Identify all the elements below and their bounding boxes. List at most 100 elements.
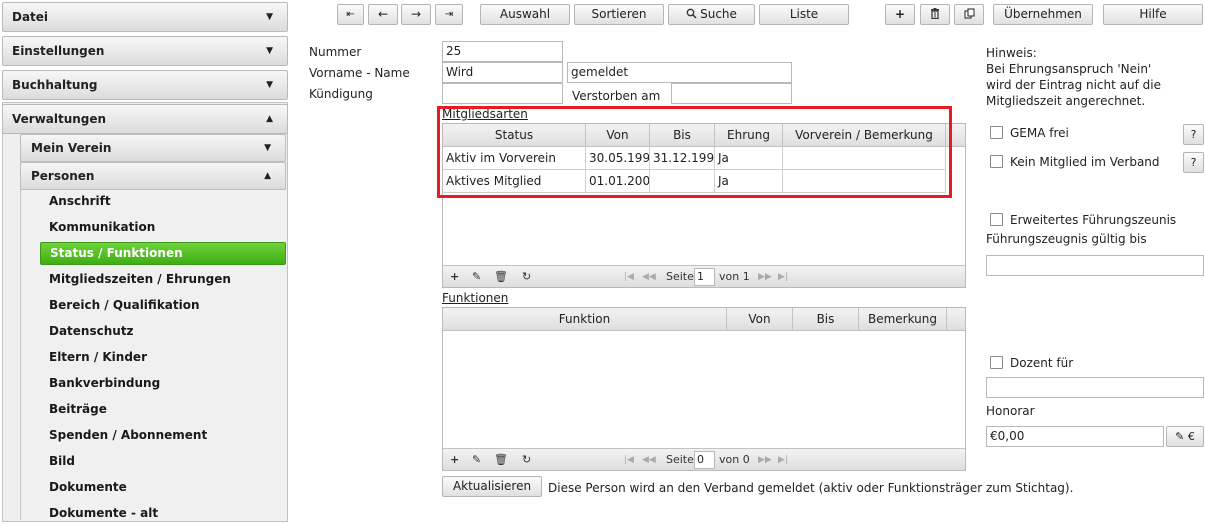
sortieren-button[interactable]: Sortieren — [574, 4, 664, 25]
column-header[interactable]: Von — [727, 308, 793, 331]
page-first-icon[interactable]: |◀ — [624, 269, 634, 285]
hinweis-line: Bei Ehrungsanspruch 'Nein' — [986, 62, 1152, 76]
add-record-button[interactable]: + — [885, 4, 915, 25]
sidebar-item-bild[interactable]: Bild — [40, 450, 286, 472]
sidebar-item-anschrift[interactable]: Anschrift — [40, 190, 286, 212]
page-last-icon[interactable]: ▶| — [778, 452, 788, 468]
honorar-edit-button[interactable]: ✎ € — [1166, 426, 1204, 447]
sidebar-item-beitraege[interactable]: Beiträge — [40, 398, 286, 420]
column-header[interactable]: Bis — [650, 124, 715, 147]
gema-frei-checkbox[interactable] — [990, 126, 1003, 139]
plus-icon[interactable]: + — [450, 269, 459, 285]
hinweis-line: Mitgliedszeit angerechnet. — [986, 94, 1146, 108]
trash-icon — [931, 8, 939, 20]
table-cell[interactable]: Ja — [715, 170, 783, 193]
prev-record-button[interactable]: ← — [368, 4, 398, 25]
column-header[interactable]: Funktion — [443, 308, 727, 331]
nummer-field[interactable]: 25 — [442, 41, 563, 62]
sidebar-section-datei[interactable]: Datei ▼ — [2, 2, 288, 32]
edit-icon[interactable]: ✎ — [472, 269, 481, 285]
trash-icon[interactable]: 🗑 — [494, 269, 508, 285]
trash-icon[interactable]: 🗑 — [494, 452, 508, 468]
copy-record-button[interactable] — [954, 4, 984, 25]
sidebar-section-einstellungen[interactable]: Einstellungen ▼ — [2, 36, 288, 66]
page-next-icon[interactable]: ▶▶ — [758, 269, 772, 285]
last-icon: ⇥ — [444, 9, 454, 20]
column-header[interactable]: Status — [443, 124, 586, 147]
mitgliedsarten-title[interactable]: Mitgliedsarten — [442, 107, 528, 121]
hilfe-button[interactable]: Hilfe — [1103, 4, 1203, 25]
vorname-name-label: Vorname - Name — [309, 66, 410, 80]
sidebar-item-datenschutz[interactable]: Datenschutz — [40, 320, 286, 342]
funktionen-grid: Funktion Von Bis Bemerkung + ✎ 🗑 ↻ |◀ ◀◀… — [442, 307, 966, 471]
page-input[interactable]: 1 — [694, 268, 715, 286]
table-cell[interactable]: Aktives Mitglied — [443, 170, 586, 193]
sidebar-section-verwaltungen[interactable]: Verwaltungen ▲ — [2, 104, 288, 134]
kein-mitglied-checkbox[interactable] — [990, 155, 1003, 168]
gema-frei-label: GEMA frei — [1010, 126, 1069, 140]
kuendigung-field[interactable] — [442, 83, 563, 104]
next-record-button[interactable]: → — [401, 4, 431, 25]
page-first-icon[interactable]: |◀ — [624, 452, 634, 468]
sidebar-item-kommunikation[interactable]: Kommunikation — [40, 216, 286, 238]
table-cell[interactable]: Aktiv im Vorverein — [443, 147, 586, 170]
name-field[interactable]: gemeldet — [567, 62, 792, 83]
verstorben-field[interactable] — [671, 83, 792, 104]
sidebar-item-eltern-kinder[interactable]: Eltern / Kinder — [40, 346, 286, 368]
kein-mitglied-help-button[interactable]: ? — [1183, 152, 1204, 173]
column-header[interactable]: Ehrung — [715, 124, 783, 147]
chevron-up-icon: ▲ — [264, 171, 271, 181]
page-last-icon[interactable]: ▶| — [778, 269, 788, 285]
table-cell[interactable] — [783, 147, 946, 170]
sidebar-subsection-mein-verein[interactable]: Mein Verein ▼ — [20, 134, 286, 162]
sidebar-subsection-personen[interactable]: Personen ▲ — [20, 162, 286, 190]
chevron-down-icon: ▼ — [266, 12, 273, 22]
sidebar-item-dokumente[interactable]: Dokumente — [40, 476, 286, 498]
page-prev-icon[interactable]: ◀◀ — [642, 269, 656, 285]
delete-record-button[interactable] — [920, 4, 950, 25]
first-record-button[interactable]: ⇤ — [337, 4, 364, 25]
column-header[interactable]: Bemerkung — [859, 308, 947, 331]
sidebar-item-dokumente-alt[interactable]: Dokumente - alt — [40, 502, 286, 524]
dozent-checkbox[interactable] — [990, 356, 1003, 369]
table-cell[interactable]: Ja — [715, 147, 783, 170]
fuehrungszeugnis-date-field[interactable] — [986, 255, 1204, 276]
table-cell[interactable] — [783, 170, 946, 193]
sidebar-item-mitgliedszeiten[interactable]: Mitgliedszeiten / Ehrungen — [40, 268, 286, 290]
plus-icon[interactable]: + — [450, 452, 459, 468]
column-header[interactable]: Von — [586, 124, 650, 147]
vorname-field[interactable]: Wird — [442, 62, 563, 83]
sidebar-section-label: Einstellungen — [12, 44, 105, 58]
suche-button[interactable]: Suche — [668, 4, 755, 25]
sidebar-section-buchhaltung[interactable]: Buchhaltung ▼ — [2, 70, 288, 100]
chevron-up-icon: ▲ — [266, 114, 273, 124]
dozent-field[interactable] — [986, 377, 1204, 398]
liste-button[interactable]: Liste — [759, 4, 849, 25]
table-cell[interactable] — [650, 170, 715, 193]
table-cell[interactable]: 01.01.2000 — [586, 170, 650, 193]
column-header[interactable]: Bis — [793, 308, 859, 331]
last-record-button[interactable]: ⇥ — [435, 4, 463, 25]
funktionen-title[interactable]: Funktionen — [442, 291, 508, 305]
page-next-icon[interactable]: ▶▶ — [758, 452, 772, 468]
column-header[interactable]: Vorverein / Bemerkung — [783, 124, 946, 147]
table-cell[interactable]: 31.12.1999 — [650, 147, 715, 170]
page-prev-icon[interactable]: ◀◀ — [642, 452, 656, 468]
sidebar-item-status-funktionen[interactable]: Status / Funktionen — [40, 242, 286, 265]
auswahl-button[interactable]: Auswahl — [480, 4, 570, 25]
sidebar-section-label: Buchhaltung — [12, 78, 98, 92]
sidebar-item-bankverbindung[interactable]: Bankverbindung — [40, 372, 286, 394]
refresh-icon[interactable]: ↻ — [522, 452, 531, 468]
uebernehmen-button[interactable]: Übernehmen — [993, 4, 1093, 25]
edit-icon[interactable]: ✎ — [472, 452, 481, 468]
sidebar-section-label: Verwaltungen — [12, 112, 107, 126]
gema-help-button[interactable]: ? — [1183, 124, 1204, 145]
table-cell[interactable]: 30.05.1995 — [586, 147, 650, 170]
page-input[interactable]: 0 — [694, 451, 715, 469]
refresh-icon[interactable]: ↻ — [522, 269, 531, 285]
fuehrungszeugnis-checkbox[interactable] — [990, 213, 1003, 226]
aktualisieren-button[interactable]: Aktualisieren — [442, 476, 542, 497]
sidebar-item-bereich[interactable]: Bereich / Qualifikation — [40, 294, 286, 316]
honorar-field[interactable]: €0,00 — [986, 426, 1164, 447]
sidebar-item-spenden[interactable]: Spenden / Abonnement — [40, 424, 286, 446]
